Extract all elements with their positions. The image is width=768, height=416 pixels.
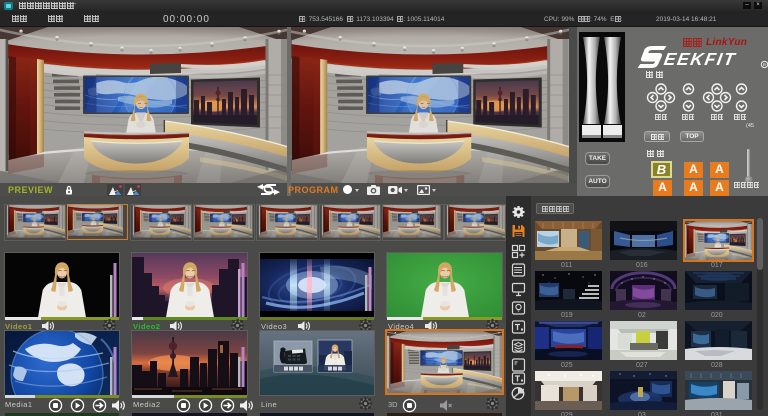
svg-text:EEKFIT: EEKFIT xyxy=(662,49,737,69)
